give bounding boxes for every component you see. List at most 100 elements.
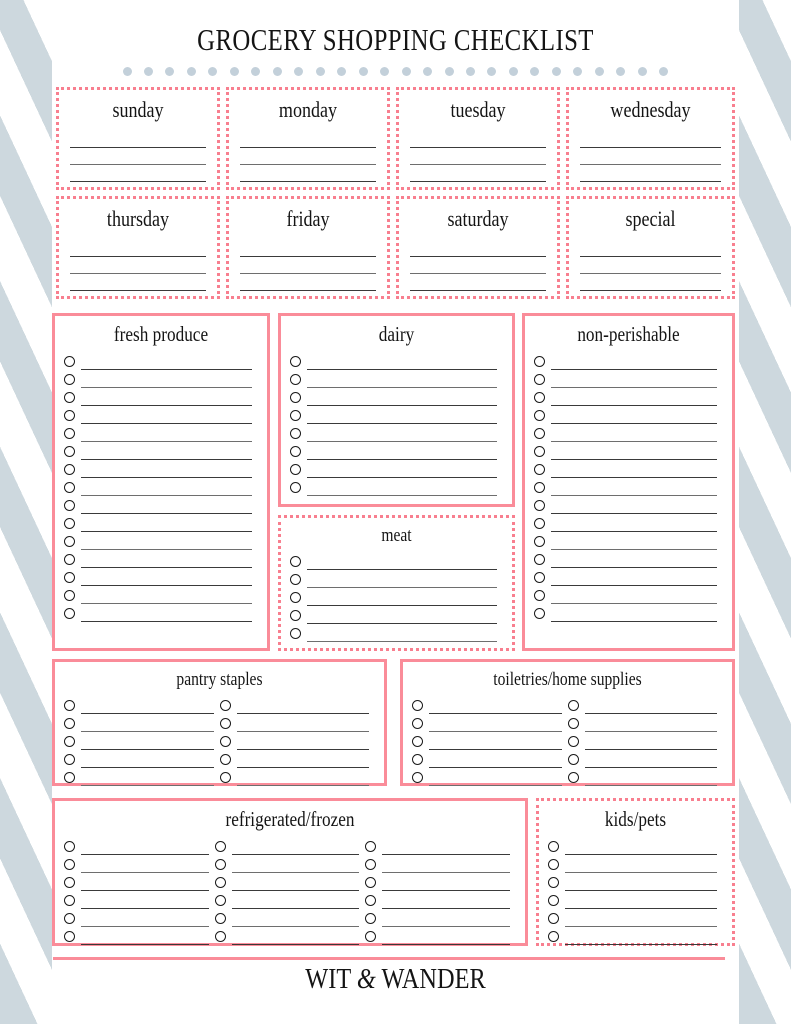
checkbox-circle-icon[interactable] [64, 410, 75, 421]
item-write-line[interactable] [81, 440, 252, 442]
item-write-line[interactable] [307, 586, 497, 588]
checkbox-circle-icon[interactable] [64, 841, 75, 852]
item-write-line[interactable] [236, 712, 369, 714]
day-box-write-lines[interactable] [399, 131, 557, 182]
item-write-line[interactable] [551, 566, 717, 568]
day-box-write-lines[interactable] [399, 240, 557, 291]
checkbox-circle-icon[interactable] [534, 464, 545, 475]
item-write-line[interactable] [81, 512, 252, 514]
checklist-row[interactable] [64, 478, 258, 496]
write-line[interactable] [240, 165, 376, 182]
item-write-line[interactable] [307, 440, 497, 442]
checkbox-circle-icon[interactable] [365, 859, 377, 870]
item-write-line[interactable] [307, 476, 497, 478]
checkbox-circle-icon[interactable] [534, 572, 545, 583]
write-line[interactable] [240, 274, 376, 291]
item-write-line[interactable] [81, 584, 252, 586]
item-write-line[interactable] [382, 871, 511, 873]
item-write-line[interactable] [307, 604, 497, 606]
checkbox-circle-icon[interactable] [534, 428, 545, 439]
day-box-saturday[interactable]: saturday [396, 196, 560, 299]
write-line[interactable] [70, 131, 206, 148]
checkbox-circle-icon[interactable] [219, 718, 231, 729]
item-write-line[interactable] [81, 620, 252, 622]
checkbox-circle-icon[interactable] [64, 895, 75, 906]
checkbox-circle-icon[interactable] [365, 931, 377, 942]
item-write-line[interactable] [307, 422, 497, 424]
checklist-row[interactable] [365, 909, 516, 927]
category-box-refrigerated-frozen[interactable]: refrigerated/frozen [52, 798, 528, 946]
write-line[interactable] [580, 274, 721, 291]
checklist-row[interactable] [64, 873, 215, 891]
checklist-row[interactable] [290, 624, 503, 642]
checklist-row[interactable] [534, 568, 723, 586]
item-write-line[interactable] [307, 622, 497, 624]
checklist-row[interactable] [365, 855, 516, 873]
item-write-line[interactable] [81, 730, 214, 732]
item-write-line[interactable] [584, 766, 717, 768]
checklist-row[interactable] [290, 370, 503, 388]
checkbox-circle-icon[interactable] [64, 718, 75, 729]
checkbox-circle-icon[interactable] [290, 610, 301, 621]
day-box-write-lines[interactable] [569, 240, 732, 291]
write-line[interactable] [70, 274, 206, 291]
checkbox-circle-icon[interactable] [534, 374, 545, 385]
checklist-row[interactable] [214, 909, 366, 927]
checkbox-circle-icon[interactable] [290, 428, 301, 439]
checklist-row[interactable] [534, 388, 723, 406]
checklist-row[interactable] [534, 460, 723, 478]
checklist-row[interactable] [290, 570, 503, 588]
checkbox-circle-icon[interactable] [64, 572, 75, 583]
item-write-line[interactable] [81, 476, 252, 478]
item-write-line[interactable] [565, 907, 717, 909]
checkbox-circle-icon[interactable] [534, 392, 545, 403]
checklist-row[interactable] [64, 714, 220, 732]
checkbox-circle-icon[interactable] [64, 859, 75, 870]
checkbox-circle-icon[interactable] [412, 736, 423, 747]
checklist-row[interactable] [214, 837, 366, 855]
checklist-row[interactable] [412, 732, 568, 750]
checkbox-circle-icon[interactable] [64, 554, 75, 565]
checklist-row[interactable] [365, 891, 516, 909]
day-box-thursday[interactable]: thursday [56, 196, 220, 299]
item-write-line[interactable] [236, 766, 369, 768]
day-box-write-lines[interactable] [59, 240, 217, 291]
checkbox-circle-icon[interactable] [567, 754, 579, 765]
item-write-line[interactable] [551, 602, 717, 604]
checkbox-circle-icon[interactable] [64, 464, 75, 475]
item-write-line[interactable] [584, 784, 717, 786]
checkbox-circle-icon[interactable] [534, 500, 545, 511]
checkbox-circle-icon[interactable] [64, 356, 75, 367]
write-line[interactable] [580, 131, 721, 148]
checklist-row[interactable] [64, 696, 220, 714]
checklist-row[interactable] [548, 837, 723, 855]
checklist-row[interactable] [534, 370, 723, 388]
item-write-line[interactable] [81, 853, 209, 855]
checklist-row[interactable] [534, 550, 723, 568]
day-box-tuesday[interactable]: tuesday [396, 87, 560, 190]
item-write-line[interactable] [551, 386, 717, 388]
item-write-line[interactable] [81, 766, 214, 768]
item-write-line[interactable] [81, 871, 209, 873]
checkbox-circle-icon[interactable] [64, 736, 75, 747]
checklist-row[interactable] [412, 714, 568, 732]
item-write-line[interactable] [307, 368, 497, 370]
write-line[interactable] [70, 257, 206, 274]
checklist-row[interactable] [412, 696, 568, 714]
checkbox-circle-icon[interactable] [214, 895, 226, 906]
checklist-row[interactable] [64, 460, 258, 478]
checklist-row[interactable] [64, 370, 258, 388]
item-write-line[interactable] [81, 368, 252, 370]
checkbox-circle-icon[interactable] [548, 859, 559, 870]
item-write-line[interactable] [81, 712, 214, 714]
checkbox-circle-icon[interactable] [214, 841, 226, 852]
checkbox-circle-icon[interactable] [214, 877, 226, 888]
write-line[interactable] [240, 131, 376, 148]
item-write-line[interactable] [551, 404, 717, 406]
checkbox-circle-icon[interactable] [534, 356, 545, 367]
checklist-row[interactable] [534, 424, 723, 442]
item-write-line[interactable] [551, 530, 717, 532]
item-write-line[interactable] [551, 476, 717, 478]
checkbox-circle-icon[interactable] [412, 700, 423, 711]
checkbox-circle-icon[interactable] [412, 754, 423, 765]
